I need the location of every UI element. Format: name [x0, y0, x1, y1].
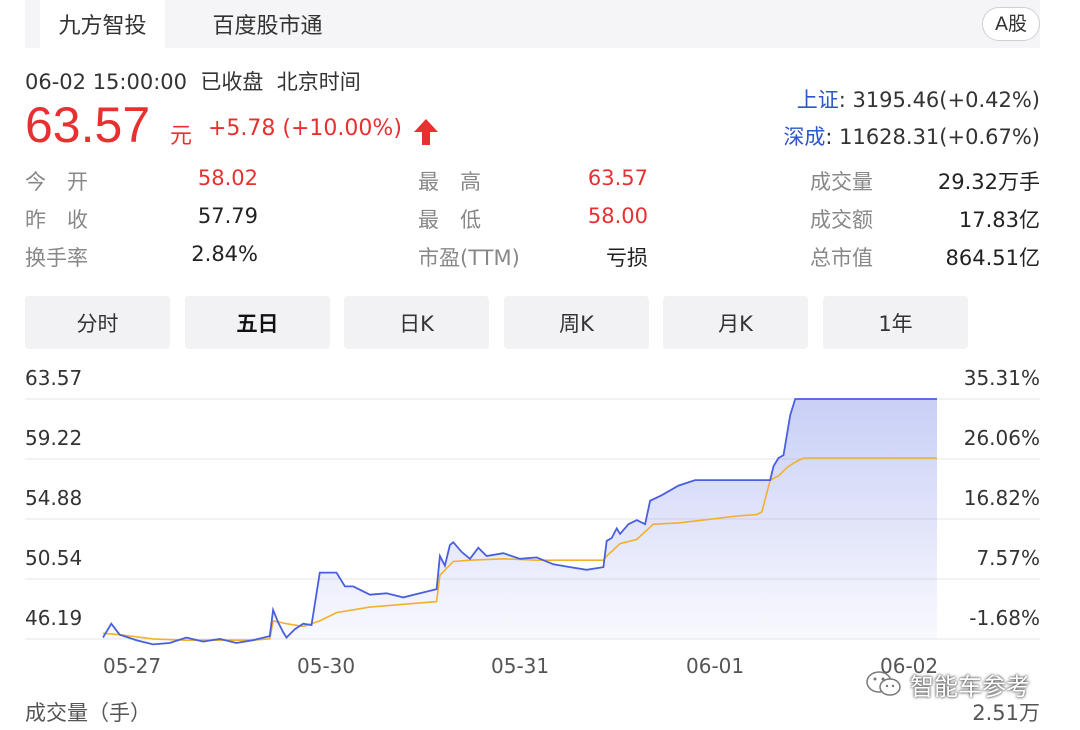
watermark: 智能车参考: [864, 666, 1030, 702]
x-tick: 05-27: [103, 654, 162, 678]
x-tick: 06-01: [686, 654, 745, 678]
x-tick: 05-31: [491, 654, 550, 678]
five-day-price-chart[interactable]: [0, 0, 1080, 730]
wechat-icon: [866, 671, 901, 696]
volume-section-label: 成交量（手）: [25, 701, 151, 725]
watermark-text: 智能车参考: [910, 672, 1030, 701]
price-area-fill: [103, 399, 937, 645]
x-tick: 05-30: [297, 654, 356, 678]
